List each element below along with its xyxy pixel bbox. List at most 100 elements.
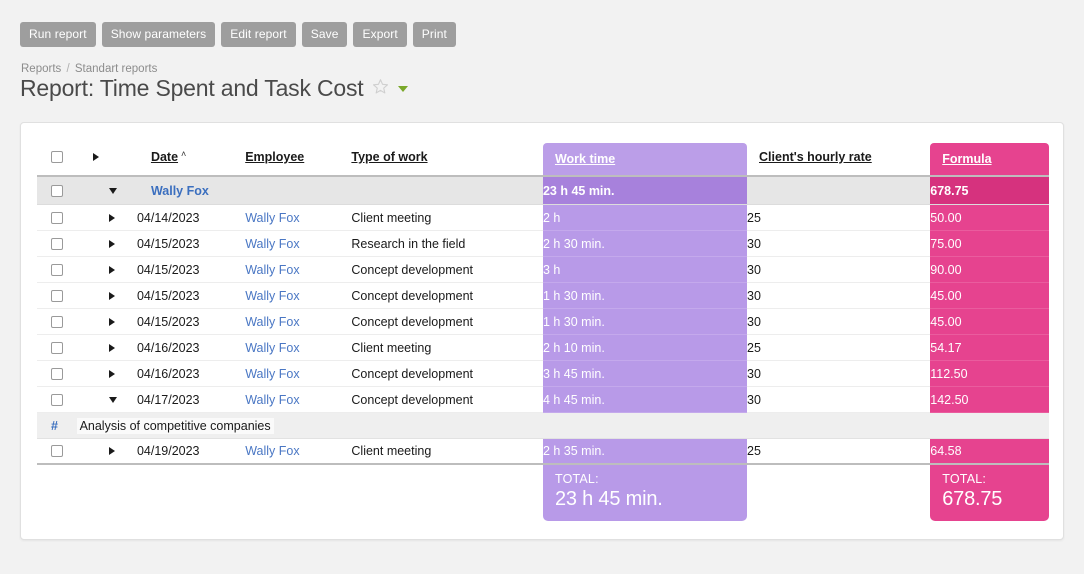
row-client-rate: 30: [747, 309, 930, 335]
row-work-time: 2 h 10 min.: [543, 335, 747, 361]
report-table: Date˄ Employee Type of work Work time: [37, 139, 1049, 521]
task-row-name-cell: Analysis of competitive companies: [77, 413, 543, 439]
print-button[interactable]: Print: [413, 22, 456, 47]
row-checkbox[interactable]: [51, 316, 63, 328]
expand-row-icon[interactable]: [109, 318, 115, 326]
row-work-time: 1 h 30 min.: [543, 309, 747, 335]
row-formula: 90.00: [930, 257, 1049, 283]
row-checkbox[interactable]: [51, 445, 63, 457]
row-type-of-work: Concept development: [351, 257, 543, 283]
row-type-of-work: Client meeting: [351, 439, 543, 465]
row-client-rate: 25: [747, 205, 930, 231]
header-client-rate-label: Client's hourly rate: [759, 150, 872, 164]
table-row[interactable]: 04/16/2023 Wally Fox Concept development…: [37, 361, 1049, 387]
expand-row-icon[interactable]: [109, 266, 115, 274]
row-employee: Wally Fox: [245, 231, 351, 257]
table-row[interactable]: 04/15/2023 Wally Fox Concept development…: [37, 257, 1049, 283]
task-row-marker-cell: #: [37, 413, 77, 439]
export-button[interactable]: Export: [353, 22, 406, 47]
task-row[interactable]: # Analysis of competitive companies: [37, 413, 1049, 439]
row-formula: 64.58: [930, 439, 1049, 465]
row-type-of-work: Client meeting: [351, 335, 543, 361]
group-row[interactable]: Wally Fox 23 h 45 min. 678.75: [37, 177, 1049, 205]
group-row-name-cell: Wally Fox: [137, 177, 543, 205]
row-checkbox[interactable]: [51, 238, 63, 250]
header-work-time[interactable]: Work time: [543, 139, 747, 177]
row-checkbox[interactable]: [51, 264, 63, 276]
row-employee-link[interactable]: Wally Fox: [245, 263, 299, 277]
table-row[interactable]: 04/14/2023 Wally Fox Client meeting 2 h …: [37, 205, 1049, 231]
expand-row-icon[interactable]: [109, 344, 115, 352]
expand-row-icon[interactable]: [109, 447, 115, 455]
row-checkbox-cell: [37, 439, 77, 465]
report-page: Run report Show parameters Edit report S…: [0, 0, 1084, 574]
row-client-rate: 25: [747, 439, 930, 465]
select-all-checkbox[interactable]: [51, 151, 63, 163]
table-row[interactable]: 04/15/2023 Wally Fox Concept development…: [37, 309, 1049, 335]
row-employee-link[interactable]: Wally Fox: [245, 444, 299, 458]
totals-formula-value: 678.75: [942, 488, 1049, 511]
expand-row-icon[interactable]: [109, 370, 115, 378]
row-checkbox-cell: [37, 387, 77, 413]
header-formula-label: Formula: [942, 152, 991, 166]
row-client-rate: 30: [747, 387, 930, 413]
table-row[interactable]: 04/15/2023 Wally Fox Concept development…: [37, 283, 1049, 309]
totals-client-rate-cell: [747, 465, 930, 521]
breadcrumb-reports[interactable]: Reports: [21, 63, 61, 75]
row-employee-link[interactable]: Wally Fox: [245, 315, 299, 329]
collapse-group-icon[interactable]: [109, 188, 117, 194]
group-row-work-time: 23 h 45 min.: [543, 177, 747, 205]
row-employee-link[interactable]: Wally Fox: [245, 393, 299, 407]
row-employee-link[interactable]: Wally Fox: [245, 289, 299, 303]
expand-row-icon[interactable]: [109, 240, 115, 248]
row-formula: 54.17: [930, 335, 1049, 361]
group-row-checkbox[interactable]: [51, 185, 63, 197]
star-outline-icon[interactable]: [372, 78, 389, 100]
row-date: 04/19/2023: [137, 439, 245, 465]
row-employee: Wally Fox: [245, 205, 351, 231]
row-employee-link[interactable]: Wally Fox: [245, 211, 299, 225]
row-employee-link[interactable]: Wally Fox: [245, 237, 299, 251]
breadcrumb-standart-reports[interactable]: Standart reports: [75, 63, 157, 75]
task-row-name: Analysis of competitive companies: [77, 418, 274, 434]
run-report-button[interactable]: Run report: [20, 22, 96, 47]
totals-formula-cell: TOTAL: 678.75: [930, 465, 1049, 521]
edit-report-button[interactable]: Edit report: [221, 22, 295, 47]
header-client-rate[interactable]: Client's hourly rate: [747, 139, 930, 177]
show-parameters-button[interactable]: Show parameters: [102, 22, 216, 47]
row-checkbox[interactable]: [51, 342, 63, 354]
row-date: 04/15/2023: [137, 283, 245, 309]
totals-work-time-cell: TOTAL: 23 h 45 min.: [543, 465, 747, 521]
row-checkbox[interactable]: [51, 394, 63, 406]
row-checkbox[interactable]: [51, 212, 63, 224]
save-button[interactable]: Save: [302, 22, 348, 47]
row-checkbox-cell: [37, 257, 77, 283]
table-row[interactable]: 04/16/2023 Wally Fox Client meeting 2 h …: [37, 335, 1049, 361]
row-checkbox[interactable]: [51, 368, 63, 380]
row-formula: 75.00: [930, 231, 1049, 257]
row-employee: Wally Fox: [245, 439, 351, 465]
row-work-time: 3 h 45 min.: [543, 361, 747, 387]
expand-row-icon[interactable]: [109, 292, 115, 300]
task-row-client-rate: [747, 413, 930, 439]
table-row[interactable]: 04/19/2023 Wally Fox Client meeting 2 h …: [37, 439, 1049, 465]
header-date[interactable]: Date˄: [137, 139, 245, 177]
header-type-of-work[interactable]: Type of work: [351, 139, 543, 177]
expand-row-icon[interactable]: [109, 214, 115, 222]
row-client-rate: 30: [747, 231, 930, 257]
totals-row: TOTAL: 23 h 45 min. TOTAL: 678.75: [37, 465, 1049, 521]
collapse-row-icon[interactable]: [109, 397, 117, 403]
expand-all-icon[interactable]: [93, 153, 99, 161]
row-employee-link[interactable]: Wally Fox: [245, 367, 299, 381]
page-title: Report: Time Spent and Task Cost: [20, 75, 363, 102]
row-checkbox[interactable]: [51, 290, 63, 302]
header-employee[interactable]: Employee: [245, 139, 351, 177]
header-formula[interactable]: Formula: [930, 139, 1049, 177]
table-row[interactable]: 04/17/2023 Wally Fox Concept development…: [37, 387, 1049, 413]
caret-down-icon[interactable]: [398, 86, 408, 92]
table-row[interactable]: 04/15/2023 Wally Fox Research in the fie…: [37, 231, 1049, 257]
row-employee: Wally Fox: [245, 257, 351, 283]
row-employee-link[interactable]: Wally Fox: [245, 341, 299, 355]
group-row-checkbox-cell: [37, 177, 77, 205]
row-expand-cell: [77, 283, 137, 309]
